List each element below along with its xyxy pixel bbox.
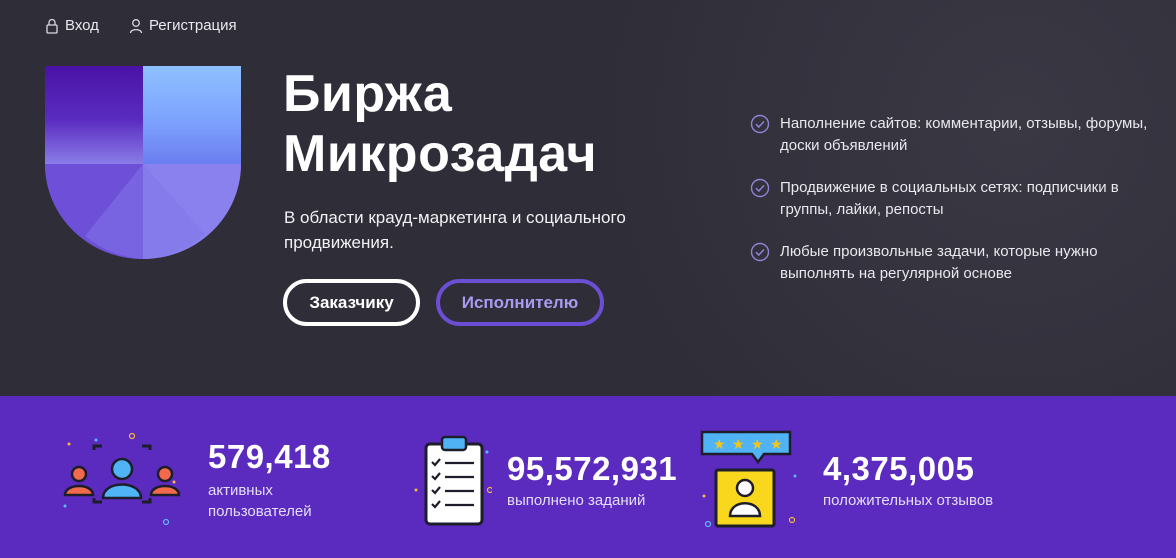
stat-label-line-1: положительных отзывов [823,492,994,509]
feature-item: Продвижение в социальных сетях: подписчи… [750,177,1160,221]
hero-section: Вход Регистрация Биржа Микрозадач В обла… [0,0,1176,396]
feature-text: Наполнение сайтов: комментарии, отзывы, … [780,115,1148,154]
features-list: Наполнение сайтов: комментарии, отзывы, … [750,113,1160,305]
login-label: Вход [65,17,99,34]
hero-subtitle: В области крауд-маркетинга и социального… [284,208,626,252]
stat-label-line-1: выполнено заданий [507,492,646,509]
top-nav: Вход Регистрация [45,17,237,34]
check-circle-icon [750,242,770,262]
stat-value: 95,572,931 [507,450,678,487]
stat-value: 579,418 [208,438,331,475]
svg-text:★: ★ [770,437,783,453]
feature-text: Продвижение в социальных сетях: подписчи… [780,179,1119,218]
svg-text:★: ★ [732,437,745,453]
stat-label-line-2: пользователей [208,503,312,520]
feature-item: Наполнение сайтов: комментарии, отзывы, … [750,113,1160,157]
users-icon [63,432,181,526]
brand-logo-icon [45,66,241,259]
stat-label: активных пользователей [208,480,312,522]
stat-label-line-1: активных [208,482,273,499]
svg-text:★: ★ [751,437,764,453]
stat-label: выполнено заданий [507,490,645,511]
register-link[interactable]: Регистрация [129,17,237,34]
stats-section: 579,418 активных пользователей 95,572,93… [0,396,1176,558]
lock-icon [46,18,58,34]
check-circle-icon [750,178,770,198]
stat-value: 4,375,005 [823,450,975,487]
customer-button[interactable]: Заказчику [283,279,420,326]
check-circle-icon [750,114,770,134]
executor-button[interactable]: Исполнителю [436,279,604,326]
feature-text: Любые произвольные задачи, которые нужно… [780,243,1098,282]
svg-text:★: ★ [713,437,726,453]
user-icon [129,18,143,33]
register-label: Регистрация [148,17,237,34]
login-link[interactable]: Вход [45,17,99,34]
stat-label: положительных отзывов [823,490,993,511]
feature-item: Любые произвольные задачи, которые нужно… [750,241,1160,285]
rated-profile-icon: ★ ★ ★ ★ [700,430,797,528]
page-title: Биржа Микрозадач [283,64,683,184]
title-line-2: Микрозадач [283,125,598,183]
clipboard-checklist-icon [414,435,492,526]
title-line-1: Биржа [283,65,453,123]
